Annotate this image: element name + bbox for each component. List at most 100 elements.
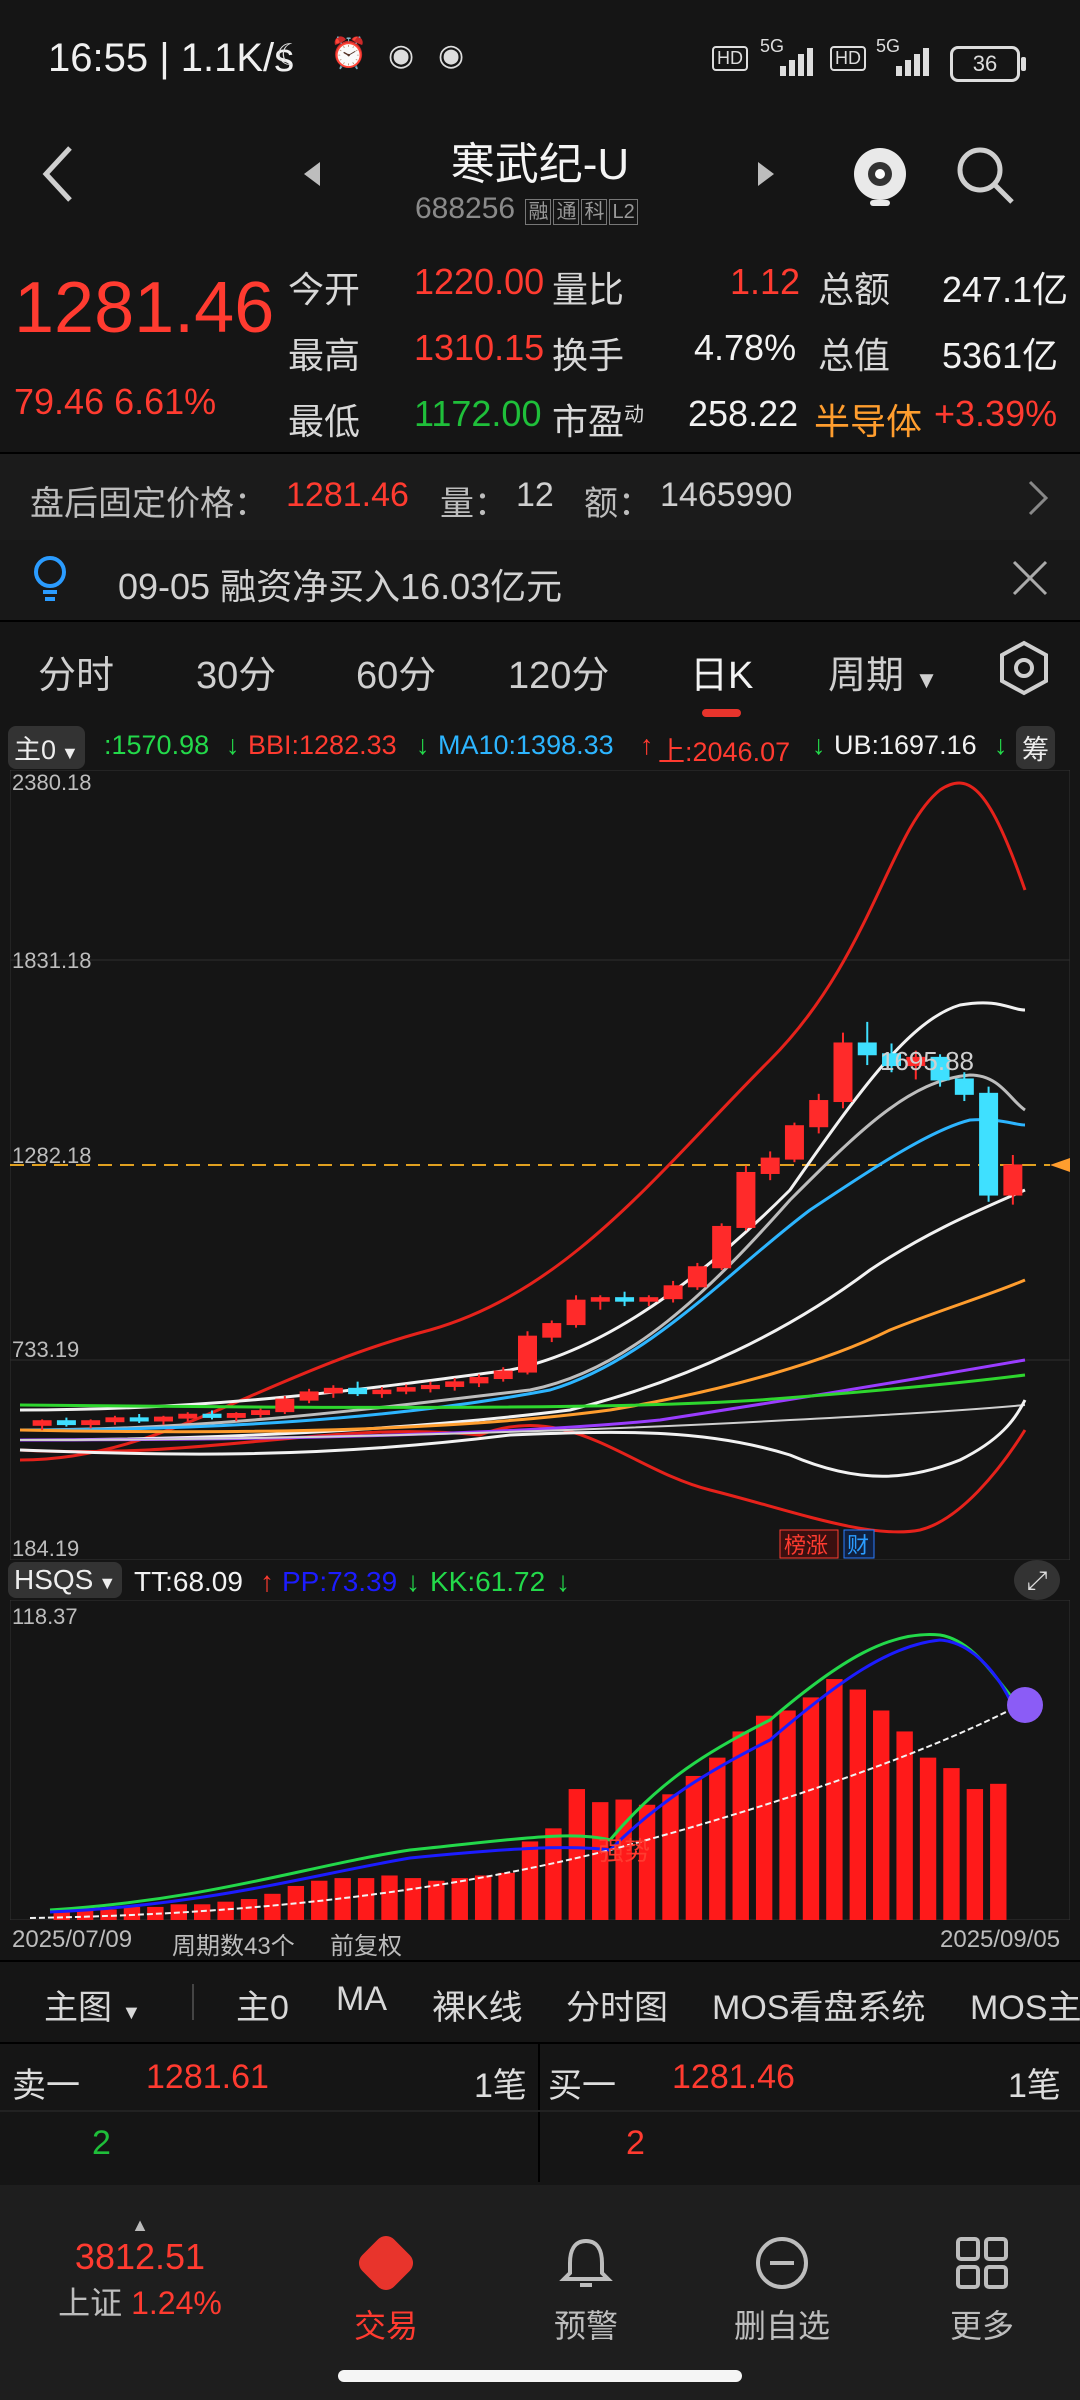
tab-daily-k[interactable]: 日K (690, 644, 753, 717)
app-notify-icon-2: ◉ (438, 39, 465, 72)
close-icon[interactable] (1010, 558, 1050, 598)
candle-body (615, 1297, 635, 1302)
candle-body (493, 1370, 513, 1380)
candle-body (445, 1381, 465, 1387)
candle-body (251, 1410, 271, 1416)
high-value: 1310.15 (414, 327, 545, 368)
pe-value: 258.22 (688, 393, 799, 434)
candle-body (663, 1285, 683, 1300)
sell1-volume: 2 (92, 2124, 111, 2162)
hsqs-bar (53, 1912, 70, 1920)
tab-mos-main[interactable]: MOS主 (970, 1980, 1080, 2029)
buy1-volume: 2 (626, 2124, 645, 2162)
index-widget[interactable]: ▲ 3812.51 上证 1.24% (30, 2215, 250, 2324)
tab-intraday[interactable]: 分时 (38, 644, 114, 699)
next-stock-icon[interactable] (756, 160, 776, 188)
candle-body (566, 1299, 586, 1326)
minus-circle-icon (756, 2237, 808, 2289)
hsqs-bar (240, 1899, 258, 1920)
candle-body (542, 1323, 562, 1338)
indicator-legend: 主0 ▼ :1570.98 ↓ BBI:1282.33 ↓ MA10:1398.… (0, 720, 1080, 776)
hsqs-bar (404, 1878, 422, 1920)
sub-indicator-selector[interactable]: HSQS ▼ (8, 1562, 123, 1598)
buy1-label: 买一 (548, 2067, 616, 2105)
after-hours-amt: 1465990 (660, 476, 793, 514)
candle-body (784, 1125, 804, 1160)
low-value: 1172.00 (414, 393, 542, 434)
kline-chart[interactable]: 2380.18 1831.18 1282.18 733.19 184.19 16… (10, 770, 1070, 1560)
candle-body (518, 1335, 537, 1373)
tab-period-dropdown[interactable]: 周期 ▼ (828, 644, 938, 699)
robot-assistant-icon[interactable] (848, 138, 912, 210)
hsqs-bar (873, 1710, 890, 1920)
candle-body (275, 1398, 295, 1413)
after-hours-row[interactable]: 盘后固定价格： 1281.46 量： 12 额： 1465990 (0, 452, 1080, 544)
index-change: 1.24% (131, 2285, 222, 2321)
candle-body (299, 1391, 319, 1401)
settings-hexagon-icon[interactable] (998, 640, 1050, 696)
candle-body (202, 1413, 222, 1418)
after-hours-label: 盘后固定价格： (30, 485, 268, 523)
turnover-value: 4.78% (694, 327, 797, 368)
home-indicator[interactable] (338, 2370, 742, 2382)
candle-body (396, 1387, 416, 1392)
hsqs-bar (919, 1757, 937, 1920)
signal-icon (780, 46, 813, 76)
sector-name[interactable]: 半导体 (814, 393, 922, 445)
tab-30min[interactable]: 30分 (196, 644, 276, 699)
hsqs-bar (498, 1872, 515, 1920)
indicator-upper: 上:2046.07 (658, 737, 791, 767)
chart-mode-tabs: 主图 ▼ 主0 MA 裸K线 分时图 MOS看盘系统 MOS主 (0, 1960, 1080, 2042)
notice-text: 09-05 融资净买入16.03亿元 (118, 566, 563, 607)
candle-body (153, 1416, 173, 1422)
expand-icon[interactable]: ⤢ (1014, 1560, 1060, 1600)
candle-body (687, 1266, 707, 1288)
candle-body (469, 1377, 489, 1384)
candle-body (105, 1417, 125, 1423)
margin-notice[interactable]: 09-05 融资净买入16.03亿元 (0, 540, 1080, 622)
search-icon[interactable] (954, 144, 1018, 208)
nav-alert[interactable]: 预警 (506, 2235, 666, 2347)
nav-trade[interactable]: 交易 (306, 2231, 466, 2347)
tab-naked-k[interactable]: 裸K线 (432, 1980, 523, 2029)
nav-more[interactable]: 更多 (902, 2235, 1062, 2347)
tab-main0[interactable]: 主0 (236, 1980, 289, 2029)
tab-60min[interactable]: 60分 (356, 644, 436, 699)
tab-120min[interactable]: 120分 (508, 644, 609, 699)
mktcap-value: 5361亿 (942, 335, 1059, 376)
candle-body (712, 1225, 732, 1269)
candle-body (1003, 1164, 1023, 1196)
hsqs-bar (802, 1697, 820, 1920)
tab-main-chart[interactable]: 主图 ▼ (44, 1980, 141, 2029)
hsqs-bar (451, 1878, 468, 1920)
main-indicator-selector[interactable]: 主0 ▼ (8, 726, 85, 769)
after-hours-amt-label: 额： (584, 485, 652, 523)
tag-margin: 融 (525, 199, 552, 225)
tab-intraday-chart[interactable]: 分时图 (566, 1980, 668, 2029)
tag-l2: L2 (609, 199, 638, 225)
hsqs-bar (381, 1875, 398, 1920)
nav-remove-watchlist[interactable]: 删自选 (702, 2235, 862, 2347)
hsqs-bar (568, 1789, 586, 1920)
candle-body (81, 1420, 101, 1426)
indicator-ub: UB:1697.16 (834, 730, 977, 760)
bulb-icon (34, 556, 66, 601)
x-end-date: 2025/09/05 (940, 1926, 1061, 1953)
vol-ratio-label: 量比 (552, 269, 625, 310)
tag-connect: 通 (553, 199, 580, 225)
finance-badge-text: 财 (847, 1533, 869, 1558)
after-hours-vol: 12 (516, 476, 554, 514)
chip-button[interactable]: 筹 (1016, 726, 1055, 769)
hsqs-chart[interactable]: 118.37 强势 (10, 1600, 1070, 1920)
status-bar: 16:55 | 1.1K/s ☾ ⏰ ◉ ◉ HD 5G HD 5G 36 (0, 0, 1080, 120)
sell1-price: 1281.61 (146, 2058, 269, 2096)
pe-label: 市盈动 (552, 401, 645, 442)
candle-body (639, 1297, 659, 1302)
buy1-count: 1笔 (1008, 2067, 1061, 2105)
tab-mos-system[interactable]: MOS看盘系统 (712, 1980, 925, 2029)
x-start-date: 2025/07/09 (12, 1926, 133, 1953)
tab-ma[interactable]: MA (336, 1980, 387, 2019)
hsqs-bar (474, 1875, 492, 1920)
sector-change: +3.39% (934, 393, 1058, 434)
battery-icon: 36 (950, 46, 1026, 82)
